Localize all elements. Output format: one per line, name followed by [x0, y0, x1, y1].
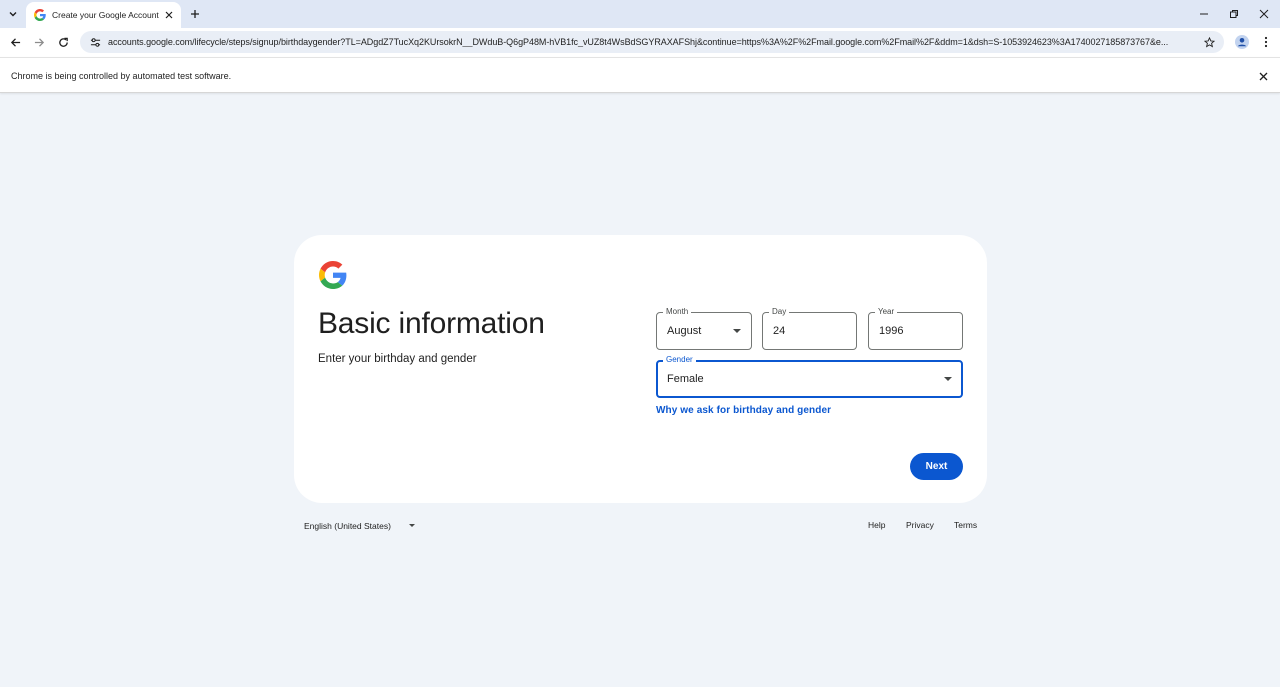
automation-infobar: Chrome is being controlled by automated …	[0, 57, 1280, 93]
close-icon	[165, 11, 173, 19]
tab-title: Create your Google Account	[52, 10, 159, 20]
google-logo-icon	[319, 261, 347, 289]
close-window-button[interactable]	[1256, 6, 1272, 22]
close-icon	[1259, 72, 1267, 80]
signup-card: Basic information Enter your birthday an…	[294, 235, 987, 503]
year-label: Year	[875, 307, 898, 317]
page-title: Basic information	[318, 307, 545, 340]
infobar-message: Chrome is being controlled by automated …	[11, 71, 232, 81]
tune-icon	[90, 37, 100, 47]
page-subtitle: Enter your birthday and gender	[318, 353, 477, 365]
language-value: English (United States)	[304, 521, 391, 531]
tab-close-button[interactable]	[163, 9, 175, 21]
year-value: 1996	[879, 325, 904, 337]
day-label: Day	[769, 307, 790, 317]
reload-icon	[58, 37, 68, 47]
tab-search-button[interactable]	[4, 5, 22, 23]
infobar-close-button[interactable]	[1256, 69, 1270, 83]
arrow-right-icon	[34, 37, 44, 47]
help-link[interactable]: Help	[868, 520, 885, 530]
tab-strip: Create your Google Account	[0, 0, 1280, 28]
arrow-left-icon	[10, 37, 20, 47]
star-icon	[1203, 36, 1215, 47]
back-button[interactable]	[7, 34, 23, 50]
year-input[interactable]: Year 1996	[868, 307, 963, 350]
dropdown-arrow-icon	[409, 524, 415, 527]
tab-active[interactable]: Create your Google Account	[26, 2, 181, 28]
chevron-down-icon	[9, 12, 17, 17]
browser-toolbar: accounts.google.com/lifecycle/steps/sign…	[0, 28, 1280, 57]
address-bar[interactable]: accounts.google.com/lifecycle/steps/sign…	[80, 31, 1224, 53]
google-favicon-icon	[34, 9, 46, 21]
dropdown-arrow-icon	[944, 377, 952, 381]
forward-button[interactable]	[31, 34, 47, 50]
site-info-button[interactable]	[88, 35, 102, 49]
restore-icon	[1230, 10, 1238, 18]
restore-button[interactable]	[1226, 6, 1242, 22]
close-icon	[1259, 9, 1269, 19]
day-input[interactable]: Day 24	[762, 307, 857, 350]
month-select[interactable]: Month August	[656, 307, 752, 350]
gender-select[interactable]: Gender Female	[656, 355, 963, 398]
privacy-link[interactable]: Privacy	[906, 520, 934, 530]
minimize-button[interactable]	[1196, 6, 1212, 22]
language-select[interactable]: English (United States)	[304, 519, 419, 533]
month-value: August	[667, 325, 702, 337]
url-text[interactable]: accounts.google.com/lifecycle/steps/sign…	[108, 37, 1196, 47]
plus-icon	[191, 10, 199, 18]
why-birthday-gender-link[interactable]: Why we ask for birthday and gender	[656, 405, 831, 416]
dropdown-arrow-icon	[733, 329, 741, 333]
gender-value: Female	[667, 373, 704, 385]
gender-label: Gender	[663, 355, 696, 365]
avatar-icon	[1235, 35, 1249, 49]
menu-button[interactable]	[1259, 34, 1273, 50]
terms-link[interactable]: Terms	[954, 520, 977, 530]
profile-button[interactable]	[1234, 34, 1250, 50]
reload-button[interactable]	[55, 34, 71, 50]
new-tab-button[interactable]	[187, 6, 203, 22]
minimize-icon	[1200, 13, 1208, 15]
day-value: 24	[773, 325, 786, 337]
bookmark-button[interactable]	[1202, 35, 1216, 49]
more-vert-icon	[1264, 36, 1268, 48]
next-button[interactable]: Next	[910, 453, 963, 480]
month-label: Month	[663, 307, 692, 317]
